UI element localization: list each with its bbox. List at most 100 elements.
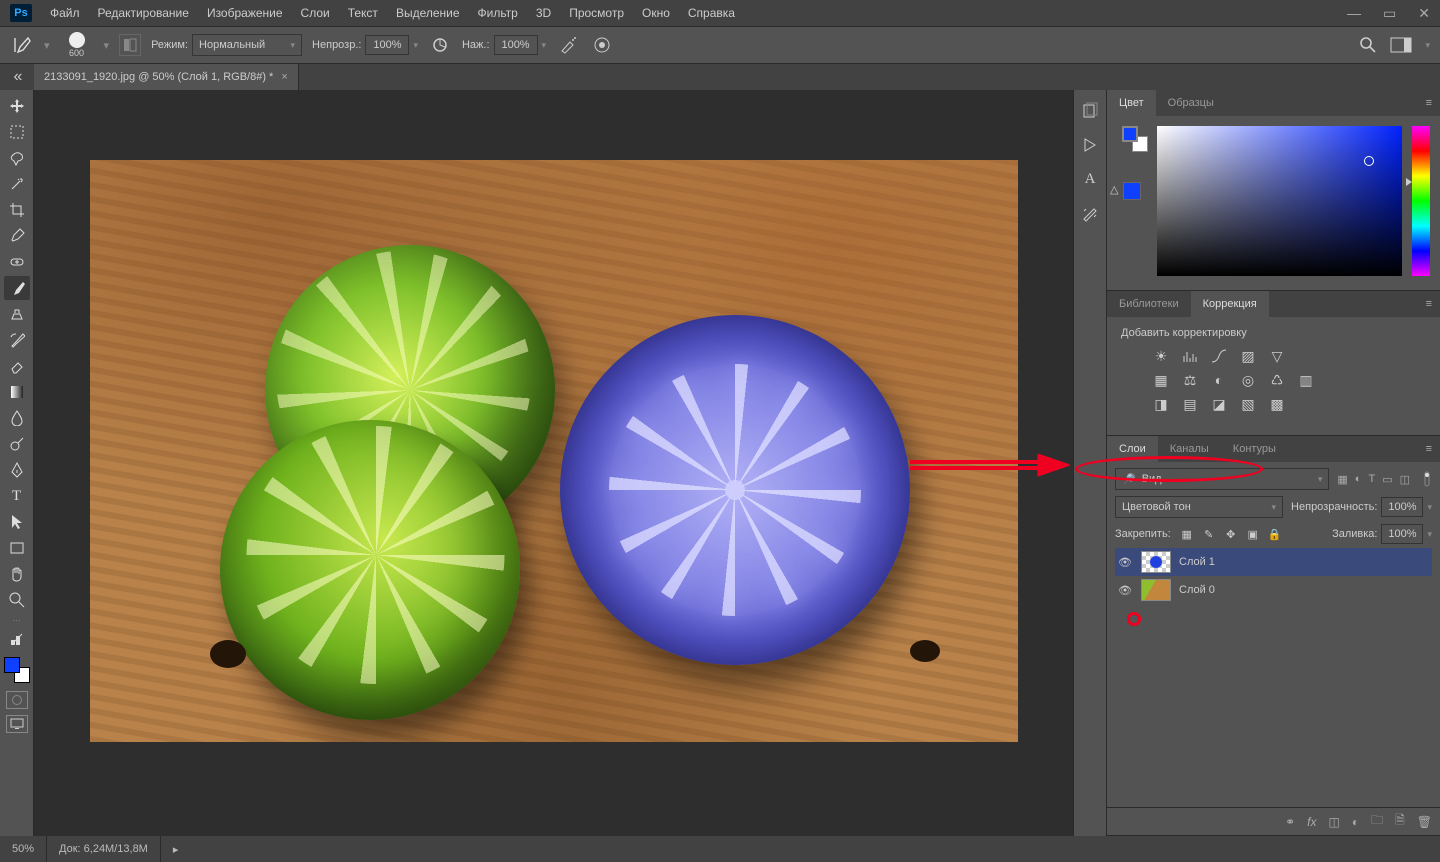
foreground-background-swatch[interactable] [4, 657, 30, 683]
chevron-down-icon[interactable]: ▾ [413, 40, 418, 51]
link-layers-icon[interactable]: ⚭ [1285, 815, 1295, 829]
marquee-tool[interactable] [4, 120, 30, 144]
path-select-tool[interactable] [4, 510, 30, 534]
visibility-icon[interactable]: 👁 [1117, 556, 1133, 569]
filter-pixel-icon[interactable]: ▦ [1337, 473, 1347, 486]
threshold-icon[interactable]: ◪ [1209, 395, 1229, 413]
black-white-icon[interactable]: ◐ [1209, 371, 1229, 389]
gradient-tool[interactable] [4, 380, 30, 404]
new-adjustment-icon[interactable]: ◐ [1352, 815, 1359, 829]
canvas-area[interactable] [34, 90, 1073, 836]
magic-wand-tool[interactable] [4, 172, 30, 196]
status-menu-icon[interactable]: ▸ [161, 843, 191, 856]
levels-icon[interactable] [1180, 347, 1200, 365]
menu-view[interactable]: Просмотр [569, 6, 624, 20]
color-swatch[interactable] [1122, 126, 1142, 146]
eraser-tool[interactable] [4, 354, 30, 378]
move-tool[interactable] [4, 94, 30, 118]
color-picker[interactable] [1157, 126, 1402, 276]
character-panel-icon[interactable]: A [1079, 168, 1101, 190]
blend-mode-select[interactable]: Цветовой тон▾ [1115, 496, 1283, 518]
workspace-switcher-icon[interactable] [1389, 33, 1413, 57]
tab-channels[interactable]: Каналы [1158, 436, 1221, 462]
brush-settings-panel-icon[interactable] [1079, 202, 1101, 224]
posterize-icon[interactable]: ▤ [1180, 395, 1200, 413]
chevron-down-icon[interactable]: ▾ [1425, 40, 1430, 51]
history-brush-tool[interactable] [4, 328, 30, 352]
menu-layers[interactable]: Слои [301, 6, 330, 20]
pressure-opacity-icon[interactable] [428, 33, 452, 57]
gradient-map-icon[interactable]: ▧ [1238, 395, 1258, 413]
document-tab[interactable]: 2133091_1920.jpg @ 50% (Слой 1, RGB/8#) … [34, 64, 299, 90]
search-icon[interactable] [1359, 36, 1377, 54]
new-layer-icon[interactable]: 🗎 [1395, 811, 1405, 832]
hand-tool[interactable] [4, 562, 30, 586]
eyedropper-tool[interactable] [4, 224, 30, 248]
history-panel-icon[interactable] [1079, 100, 1101, 122]
layer-row[interactable]: 👁 Слой 1 [1115, 548, 1432, 576]
layer-thumbnail[interactable] [1141, 551, 1171, 573]
clone-stamp-tool[interactable] [4, 302, 30, 326]
tool-preset-picker[interactable] [10, 33, 34, 57]
filter-smart-icon[interactable]: ◫ [1400, 473, 1410, 486]
delete-layer-icon[interactable]: 🗑 [1417, 815, 1432, 829]
layer-thumbnail[interactable] [1141, 579, 1171, 601]
menu-image[interactable]: Изображение [207, 6, 283, 20]
window-maximize-icon[interactable]: ▭ [1383, 5, 1396, 22]
new-group-icon[interactable]: 🗀 [1371, 811, 1383, 832]
more-tools-icon[interactable]: ⋯ [13, 616, 21, 625]
layer-name[interactable]: Слой 1 [1179, 556, 1215, 568]
lock-pixels-icon[interactable]: ✎ [1201, 528, 1217, 541]
filter-shape-icon[interactable]: ▭ [1382, 473, 1392, 486]
panel-menu-icon[interactable]: ≡ [1418, 443, 1440, 455]
invert-icon[interactable]: ◨ [1151, 395, 1171, 413]
hue-sat-icon[interactable]: ▦ [1151, 371, 1171, 389]
type-tool[interactable]: T [4, 484, 30, 508]
tab-libraries[interactable]: Библиотеки [1107, 291, 1191, 317]
layer-filter-kind[interactable]: 🔎 Вид ▾ [1115, 468, 1329, 490]
chevron-down-icon[interactable]: ▾ [542, 40, 547, 51]
menu-type[interactable]: Текст [348, 6, 378, 20]
tab-layers[interactable]: Слои [1107, 436, 1158, 462]
visibility-icon[interactable]: 👁 [1117, 584, 1133, 597]
hue-slider[interactable] [1412, 126, 1430, 276]
menu-select[interactable]: Выделение [396, 6, 460, 20]
crop-tool[interactable] [4, 198, 30, 222]
panel-menu-icon[interactable]: ≡ [1418, 298, 1440, 310]
zoom-tool[interactable] [4, 588, 30, 612]
menu-filter[interactable]: Фильтр [478, 6, 518, 20]
actions-panel-icon[interactable] [1079, 134, 1101, 156]
window-minimize-icon[interactable]: — [1347, 5, 1361, 22]
brush-panel-icon[interactable] [119, 34, 141, 56]
chevron-down-icon[interactable]: ▾ [1427, 502, 1432, 513]
blend-mode-select[interactable]: Нормальный▾ [192, 34, 302, 56]
lock-position-icon[interactable]: ✥ [1223, 528, 1239, 541]
vibrance-icon[interactable]: ▽ [1267, 347, 1287, 365]
curves-icon[interactable] [1209, 347, 1229, 365]
menu-file[interactable]: Файл [50, 6, 80, 20]
layer-style-icon[interactable]: fx [1307, 815, 1316, 829]
doc-size[interactable]: Док: 6,24M/13,8M [47, 836, 161, 862]
layer-name[interactable]: Слой 0 [1179, 584, 1215, 596]
collapse-tabs-icon[interactable]: « [8, 67, 28, 87]
layer-mask-icon[interactable]: ◫ [1329, 815, 1340, 829]
layer-opacity-input[interactable]: 100% [1381, 497, 1423, 517]
window-close-icon[interactable]: ✕ [1418, 5, 1430, 22]
tab-paths[interactable]: Контуры [1221, 436, 1288, 462]
color-balance-icon[interactable]: ⚖ [1180, 371, 1200, 389]
filter-type-icon[interactable]: T [1368, 473, 1375, 486]
lock-artboard-icon[interactable]: ▣ [1245, 528, 1261, 541]
lock-all-icon[interactable]: 🔒 [1267, 528, 1283, 541]
brush-preview[interactable]: 600 [60, 32, 94, 58]
lock-transparency-icon[interactable]: ▦ [1179, 528, 1195, 541]
rectangle-tool[interactable] [4, 536, 30, 560]
opacity-input[interactable]: 100% [365, 35, 409, 55]
tab-swatches[interactable]: Образцы [1156, 90, 1226, 116]
document-canvas[interactable] [90, 160, 1018, 742]
brightness-contrast-icon[interactable]: ☀ [1151, 347, 1171, 365]
panel-menu-icon[interactable]: ≡ [1418, 97, 1440, 109]
zoom-level[interactable]: 50% [0, 836, 47, 862]
photo-filter-icon[interactable]: ◎ [1238, 371, 1258, 389]
spot-heal-tool[interactable] [4, 250, 30, 274]
tab-adjustments[interactable]: Коррекция [1191, 291, 1269, 317]
